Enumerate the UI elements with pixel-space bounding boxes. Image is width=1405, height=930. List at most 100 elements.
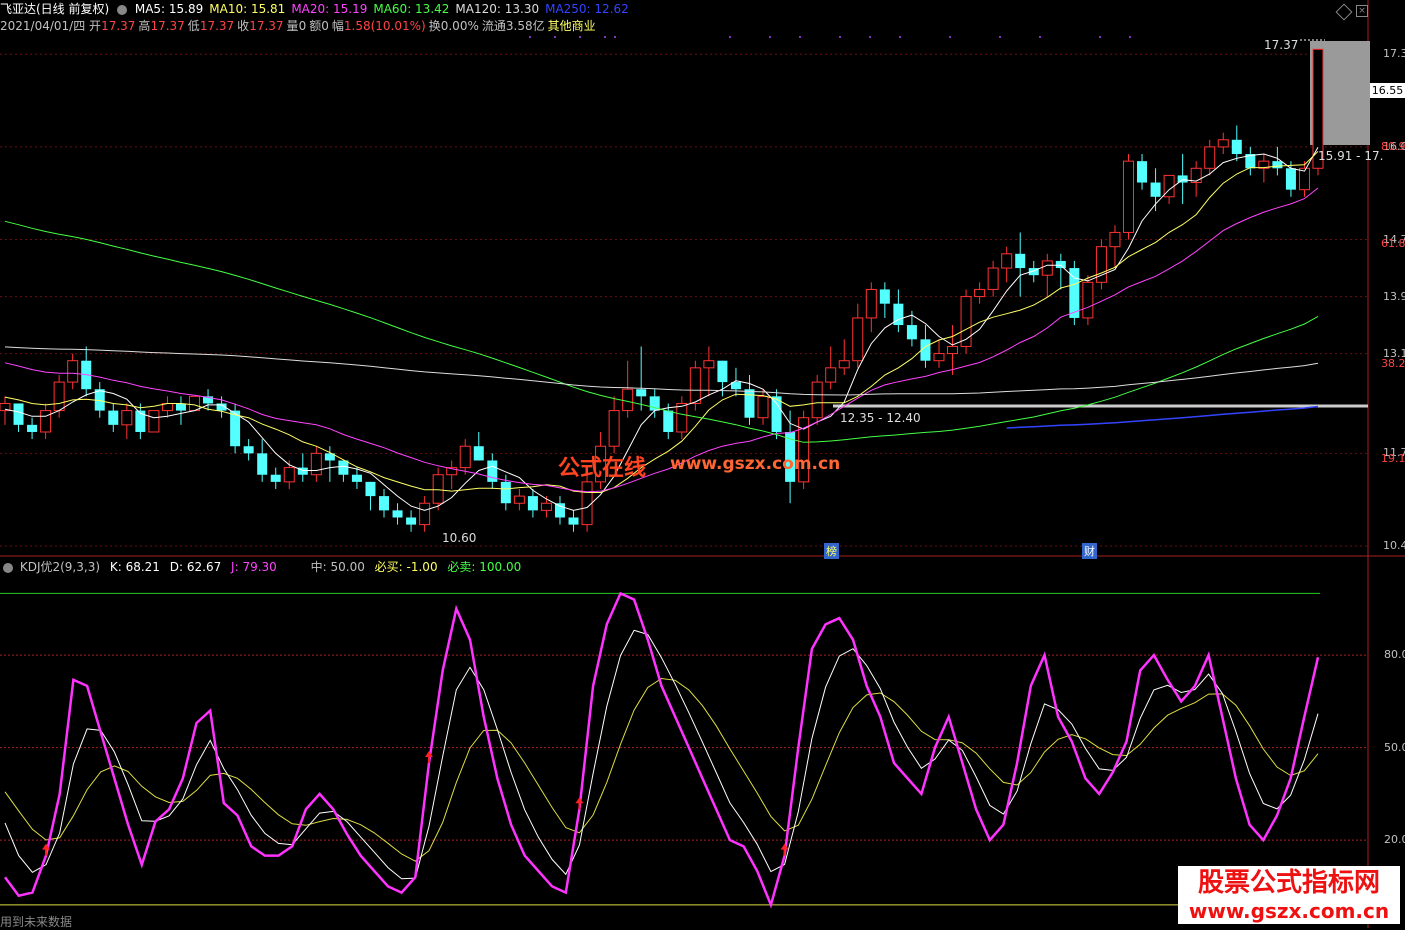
candle-body	[473, 446, 484, 461]
quote-item: 收17.37	[237, 19, 284, 33]
event-dot	[869, 36, 871, 38]
ma60-line	[4, 220, 1319, 443]
candle-body	[406, 517, 417, 525]
percent-tick: 61.8	[1381, 237, 1405, 250]
candle-body	[933, 353, 945, 362]
candle-body	[432, 474, 444, 504]
candle-body	[175, 403, 186, 411]
percent-tick: 80.9	[1381, 140, 1405, 153]
candle-body	[608, 410, 620, 447]
range-label-1: 12.35 - 12.40	[840, 411, 921, 425]
event-dot	[999, 36, 1001, 38]
event-dot	[799, 36, 801, 38]
quote-item: 幅1.58(10.01%)	[331, 19, 426, 33]
candle-body	[906, 325, 917, 340]
candle-body	[1150, 182, 1161, 197]
candle-body	[310, 452, 322, 476]
range-label-2: 15.91 - 17.	[1318, 149, 1384, 163]
event-dot	[949, 36, 951, 38]
candle-body	[838, 360, 850, 369]
candle-body	[392, 510, 403, 518]
candle-body	[947, 345, 959, 355]
candle-body	[351, 474, 362, 482]
candle-body	[27, 424, 38, 432]
ma-label: MA20: 15.19	[291, 2, 368, 16]
buy-arrow	[575, 797, 584, 804]
watermark-url: www.gszx.com.cn	[670, 454, 841, 474]
stock-name[interactable]: 飞亚达(日线 前复权)	[0, 2, 109, 16]
candle-body	[1015, 253, 1026, 269]
candle-body	[757, 395, 769, 419]
quote-item: 额0	[309, 19, 329, 33]
candle-body	[53, 381, 65, 412]
ma250-line	[1006, 405, 1319, 429]
kdj-tick: 20.00	[1384, 833, 1405, 847]
candle-body	[744, 389, 755, 418]
candle-body	[581, 481, 593, 526]
indicator-settings-icon[interactable]	[3, 562, 13, 573]
event-dot	[729, 36, 731, 38]
brand-line1: 股票公式指标网	[1197, 868, 1380, 898]
watermark-cn: 公式在线	[558, 456, 647, 481]
event-dot	[604, 36, 606, 38]
candle-body	[283, 467, 295, 483]
event-dot	[839, 36, 841, 38]
ma-label: MA5: 15.89	[134, 2, 204, 16]
kdj-j-line	[3, 591, 1320, 909]
event-dot	[899, 36, 901, 38]
candle-body	[527, 496, 538, 511]
quote-item: 低17.37	[187, 19, 235, 33]
kdj-tick: 50.00	[1384, 740, 1405, 754]
ma-legend: MA5: 15.89 MA10: 15.81 MA20: 15.19 MA60: 13…	[135, 2, 635, 16]
ma-label: MA10: 15.81	[209, 2, 286, 16]
candle-body	[1082, 281, 1094, 319]
candle-body	[189, 395, 201, 412]
candle-body	[811, 381, 823, 419]
ma10-line	[4, 151, 1319, 493]
percent-tick: 38.2	[1381, 357, 1405, 370]
rank-marker[interactable]: 榜	[824, 543, 839, 559]
event-dot	[1039, 36, 1041, 38]
candle-body	[689, 367, 701, 404]
candle-body	[379, 496, 390, 511]
finance-marker[interactable]: 财	[1082, 543, 1097, 559]
indicator-name[interactable]: KDJ优2(9,3,3)	[20, 560, 100, 574]
candle-body	[1137, 161, 1148, 183]
candle-body	[663, 410, 674, 432]
candle-body	[121, 410, 133, 426]
last-price-box: 16.55	[1370, 83, 1405, 98]
candle-body	[771, 396, 782, 432]
candle-body	[1055, 260, 1066, 269]
price-tick: 17.3	[1383, 47, 1405, 61]
chart-header: 飞亚达(日线 前复权) MA5: 15.89 MA10: 15.81 MA20: 1…	[0, 2, 635, 16]
candle-body	[40, 410, 52, 433]
event-dot	[554, 36, 556, 38]
event-dot	[529, 36, 531, 38]
j-value: J: 79.30	[231, 560, 277, 574]
quote-date: 2021/04/01/四	[0, 19, 86, 33]
candle-body	[1231, 139, 1242, 155]
candle-body	[825, 367, 837, 383]
ma120-line	[4, 346, 1319, 396]
candle-body	[459, 445, 471, 469]
candle-body	[676, 402, 688, 433]
settings-icon[interactable]	[117, 4, 128, 15]
candle-body	[1109, 231, 1121, 248]
candle-body	[270, 474, 281, 482]
candle-body	[513, 495, 525, 504]
candle-body	[1122, 160, 1134, 233]
candle-body	[974, 288, 986, 298]
close-icon[interactable]: ×	[1356, 5, 1368, 17]
candle-body	[1177, 175, 1188, 183]
quote-values: 开17.37 高17.37 低17.37 收17.37 量0 额0 幅1.58(10.01%…	[89, 19, 599, 33]
candle-body	[987, 267, 999, 290]
candle-body	[419, 502, 431, 526]
candle-body	[1285, 168, 1296, 190]
candle-body	[1001, 253, 1013, 269]
quote-item: 其他商业	[547, 19, 596, 33]
k-value: K: 68.21	[109, 560, 160, 574]
candle-body	[67, 360, 79, 383]
candle-body	[1217, 139, 1229, 148]
quote-item: 换0.00%	[428, 19, 479, 33]
sell-value: 必卖: 100.00	[447, 560, 522, 574]
